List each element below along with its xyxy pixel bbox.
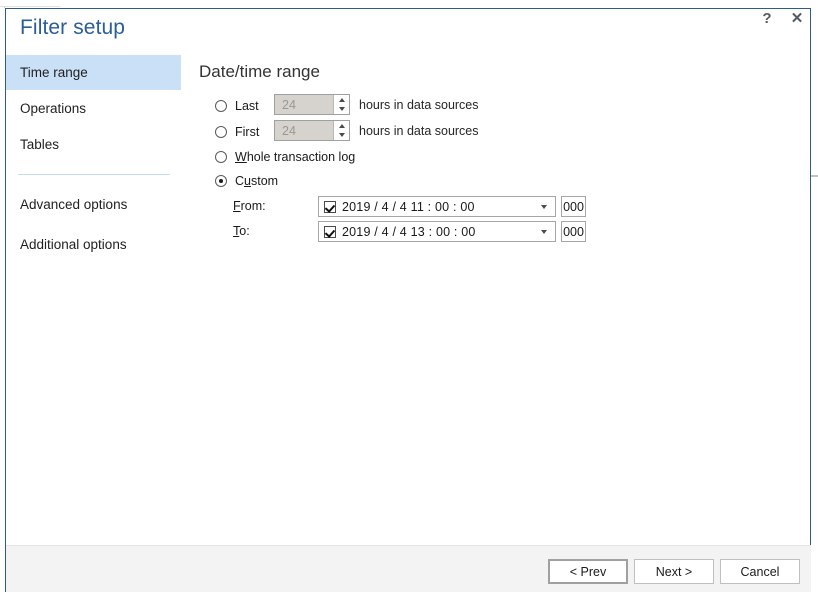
section-heading: Date/time range	[199, 62, 320, 81]
spinner-first-value: 24	[282, 123, 296, 138]
from-label: From:	[233, 199, 266, 213]
units-label-first: hours in data sources	[359, 124, 479, 138]
chevron-down-icon[interactable]	[536, 222, 552, 241]
radio-last[interactable]	[215, 100, 227, 112]
accel-key: W	[235, 150, 247, 164]
checkbox-to-enabled[interactable]	[324, 225, 336, 238]
sidebar-item-label: Time range	[20, 65, 88, 80]
spinner-down-icon[interactable]	[334, 105, 349, 115]
spinner-first-arrows[interactable]	[333, 121, 349, 140]
radio-whole-transaction-log[interactable]	[215, 151, 227, 163]
spinner-up-icon[interactable]	[334, 121, 349, 131]
milliseconds-from[interactable]: 000	[561, 196, 586, 217]
window-frame-right-stub	[811, 0, 818, 592]
checkbox-from-enabled[interactable]	[324, 200, 336, 213]
caption-button-group: ? ✕	[752, 6, 812, 30]
radio-whole-transaction-log-label: Whole transaction log	[235, 150, 356, 164]
dialog-root: ? ✕ Filter setup Time range Operations T…	[0, 0, 818, 592]
sidebar-item-label: Advanced options	[20, 197, 128, 212]
sidebar-item-label: Additional options	[20, 237, 127, 252]
sidebar-item-additional-options[interactable]: Additional options	[6, 227, 181, 262]
radio-row-first[interactable]: First	[215, 121, 259, 143]
sidebar-divider	[18, 174, 170, 175]
datetime-picker-from[interactable]: 2019 / 4 / 4 11 : 00 : 00	[318, 196, 556, 217]
dialog-footer: < Prev Next > Cancel	[6, 545, 811, 592]
datetime-from-value: 2019 / 4 / 4 11 : 00 : 00	[342, 199, 475, 214]
radio-custom[interactable]	[215, 175, 227, 187]
sidebar-item-time-range[interactable]: Time range	[6, 55, 181, 90]
spinner-down-icon[interactable]	[334, 131, 349, 141]
radio-last-label: Last	[235, 99, 259, 113]
sidebar: Time range Operations Tables Advanced op…	[6, 55, 182, 540]
cancel-button[interactable]: Cancel	[720, 559, 800, 584]
radio-first-label: First	[235, 125, 260, 139]
accel-key: u	[244, 174, 251, 188]
next-button[interactable]: Next >	[634, 559, 714, 584]
sidebar-item-advanced-options[interactable]: Advanced options	[6, 187, 181, 222]
spinner-last-arrows[interactable]	[333, 95, 349, 114]
radio-custom-label: Custom	[235, 174, 279, 188]
datetime-to-value: 2019 / 4 / 4 13 : 00 : 00	[342, 224, 476, 239]
radio-row-custom[interactable]: Custom	[215, 170, 278, 192]
accel-key: F	[233, 199, 241, 213]
spinner-last-value: 24	[282, 97, 296, 112]
datetime-picker-to[interactable]: 2019 / 4 / 4 13 : 00 : 00	[318, 221, 556, 242]
radio-row-last[interactable]: Last	[215, 95, 259, 117]
spinner-last-hours[interactable]: 24	[274, 94, 350, 115]
units-label-last: hours in data sources	[359, 98, 479, 112]
help-icon[interactable]: ?	[752, 6, 782, 30]
window-frame-top-stub	[0, 0, 60, 7]
spinner-up-icon[interactable]	[334, 95, 349, 105]
sidebar-item-label: Tables	[20, 137, 60, 152]
close-icon[interactable]: ✕	[782, 6, 812, 30]
to-label: To:	[233, 224, 250, 238]
prev-button[interactable]: < Prev	[548, 559, 628, 584]
window-edge-tick	[811, 175, 818, 177]
sidebar-item-label: Operations	[20, 101, 87, 116]
milliseconds-to[interactable]: 000	[561, 221, 586, 242]
chevron-down-icon[interactable]	[536, 197, 552, 216]
sidebar-item-operations[interactable]: Operations	[6, 91, 181, 126]
sidebar-item-tables[interactable]: Tables	[6, 127, 181, 162]
radio-first[interactable]	[215, 126, 227, 138]
radio-row-whole-transaction-log[interactable]: Whole transaction log	[215, 146, 355, 168]
page-title: Filter setup	[20, 16, 126, 39]
spinner-first-hours[interactable]: 24	[274, 120, 350, 141]
